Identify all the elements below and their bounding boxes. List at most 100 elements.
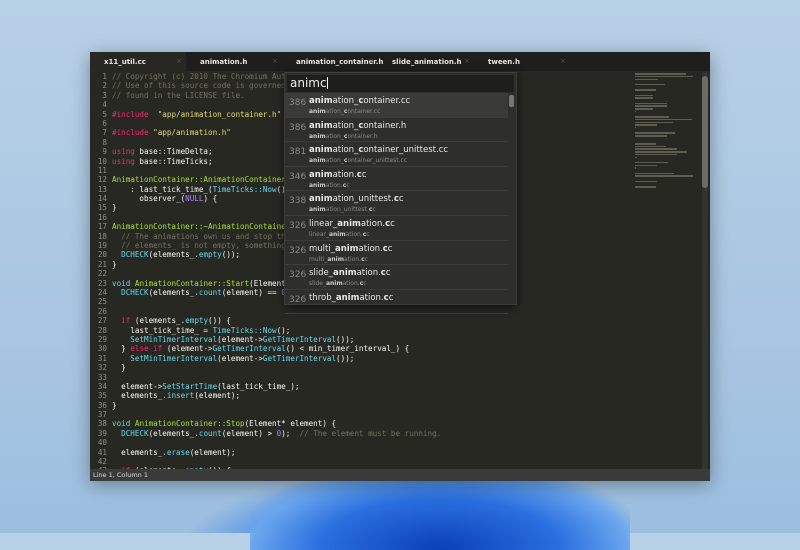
- name-segment: anim: [334, 243, 359, 254]
- minimap-line: [635, 151, 687, 153]
- name-segment: ation.: [359, 292, 384, 303]
- code-token: erase: [166, 447, 190, 457]
- code-token: TimeTicks::Now: [212, 325, 277, 335]
- code-line: 27 if (elements_.empty()) {: [90, 316, 630, 325]
- code-token: ()) {: [208, 316, 231, 326]
- line-number: 7: [102, 128, 107, 138]
- minimap-line: [635, 172, 675, 175]
- result-item[interactable]: 386 animation_container.h animation_contai…: [285, 118, 508, 143]
- code-token: AnimationContainer::~AnimationContainer(…: [112, 222, 309, 232]
- minimap-line: [635, 124, 658, 126]
- name-segment: ation.: [360, 218, 386, 229]
- minimap-line: [635, 121, 674, 124]
- name-segment: throb_: [309, 292, 336, 303]
- tab-close-icon[interactable]: ×: [368, 57, 374, 65]
- code-token: ();: [276, 325, 291, 335]
- result-name: animation_container_unittest.cc: [309, 145, 448, 155]
- result-item[interactable]: 386 animation_container.cc animation_conta…: [285, 93, 508, 118]
- line-number: 13: [97, 184, 107, 194]
- code-token: else if: [130, 344, 163, 354]
- result-score: 338: [289, 196, 307, 207]
- code-token: // The element must be running.: [299, 428, 442, 438]
- result-item[interactable]: 326 multi_animation.cc multi_animation.cc: [285, 241, 508, 266]
- tab-close-icon[interactable]: ×: [560, 57, 566, 65]
- tab-animation-container-h[interactable]: animation_container.h ×: [282, 52, 383, 71]
- minimap-line: [635, 161, 668, 164]
- name-segment: ation_: [332, 120, 359, 131]
- line-number: 42: [97, 457, 107, 467]
- code-token: #include: [112, 128, 149, 138]
- tab-tween-h[interactable]: tween.h ×: [474, 52, 570, 71]
- line-text: : last_tick_time_(TimeTicks::Now()),: [112, 185, 295, 194]
- result-name: linear_animation.cc: [309, 219, 395, 229]
- name-segment: c: [361, 169, 367, 180]
- code-token: count: [198, 428, 222, 438]
- minimap-line: [635, 108, 654, 110]
- name-segment: linear_: [309, 218, 338, 229]
- tab-animation-h[interactable]: animation.h ×: [186, 52, 282, 71]
- vertical-scrollbar[interactable]: [702, 72, 708, 470]
- result-item[interactable]: 326 linear_animation.cc linear_animation.c…: [285, 216, 508, 241]
- tab-x11-util-cc[interactable]: x11_util.cc ×: [90, 52, 186, 71]
- name-segment: anim: [309, 96, 333, 106]
- code-token: NULL: [185, 194, 204, 204]
- code-token: (element) >: [221, 428, 277, 438]
- minimap-line: [635, 167, 636, 169]
- minimap-line: [635, 97, 653, 99]
- result-item[interactable]: 338 animation_unittest.cc animation_unitte…: [285, 191, 508, 216]
- tab-slide-animation-h[interactable]: slide_animation.h ×: [378, 52, 474, 71]
- tab-close-icon[interactable]: ×: [176, 57, 182, 65]
- minimap-line: [635, 175, 693, 177]
- code-token: #include: [112, 109, 149, 119]
- code-token: elements_.: [112, 391, 167, 401]
- path-segment: ontainer.h: [347, 132, 378, 140]
- minimap-line: [635, 78, 659, 81]
- path-segment: ation_: [325, 157, 344, 165]
- code-line: 34 element->SetStartTime(last_tick_time_…: [90, 382, 630, 391]
- code-token: // found in the LICENSE file.: [112, 90, 245, 100]
- scrollbar-thumb[interactable]: [702, 76, 708, 188]
- line-number: 16: [97, 212, 107, 222]
- name-segment: ation_: [332, 145, 359, 156]
- line-number: 12: [97, 175, 107, 185]
- results-scrollbar[interactable]: [509, 95, 514, 107]
- name-segment: c: [387, 243, 393, 254]
- code-line: 33: [90, 373, 630, 382]
- name-segment: anim: [309, 169, 333, 180]
- result-item[interactable]: 346 animation.cc animation.cc: [285, 167, 508, 192]
- goto-anything-panel: animc 386 animation_container.cc animation…: [284, 72, 517, 315]
- code-token: SetMinTimerInterval: [130, 353, 218, 363]
- goto-anything-input[interactable]: animc: [287, 75, 514, 92]
- name-segment: c: [388, 292, 394, 303]
- code-token: }: [112, 400, 117, 410]
- line-number: 4: [102, 100, 107, 110]
- line-number: 33: [97, 372, 107, 382]
- tab-close-icon[interactable]: ×: [464, 57, 470, 65]
- result-item[interactable]: 326 slide_animation.cc slide_animation.cc: [285, 265, 508, 290]
- line-text: }: [112, 401, 117, 410]
- path-segment: anim: [309, 181, 326, 189]
- code-token: "app/animation.h": [148, 128, 231, 138]
- name-segment: anim: [333, 268, 357, 279]
- line-text: SetMinTimerInterval(element->GetTimerInt…: [112, 335, 354, 344]
- line-number: 2: [102, 81, 107, 91]
- path-segment: multi_: [309, 255, 328, 263]
- minimap[interactable]: [635, 72, 701, 192]
- minimap-line: [635, 102, 667, 105]
- path-segment: ation_unittest.: [325, 206, 369, 214]
- code-token: (element);: [189, 447, 236, 457]
- result-item[interactable]: 326 throb_animation.cc: [285, 290, 508, 315]
- name-segment: ontainer.cc: [363, 96, 411, 106]
- tab-close-icon[interactable]: ×: [272, 57, 278, 65]
- line-number: 31: [97, 353, 107, 363]
- code-token: (element);: [194, 391, 241, 401]
- line-number: 18: [97, 231, 107, 241]
- result-item[interactable]: 381 animation_container_unittest.cc animat…: [285, 142, 508, 167]
- line-text: } else if (element->GetTimerInterval() <…: [112, 344, 409, 353]
- result-name: slide_animation.cc: [309, 268, 391, 278]
- result-path: slide_animation.cc: [309, 280, 367, 287]
- code-token: (element->: [217, 334, 263, 344]
- line-number: 20: [97, 250, 107, 260]
